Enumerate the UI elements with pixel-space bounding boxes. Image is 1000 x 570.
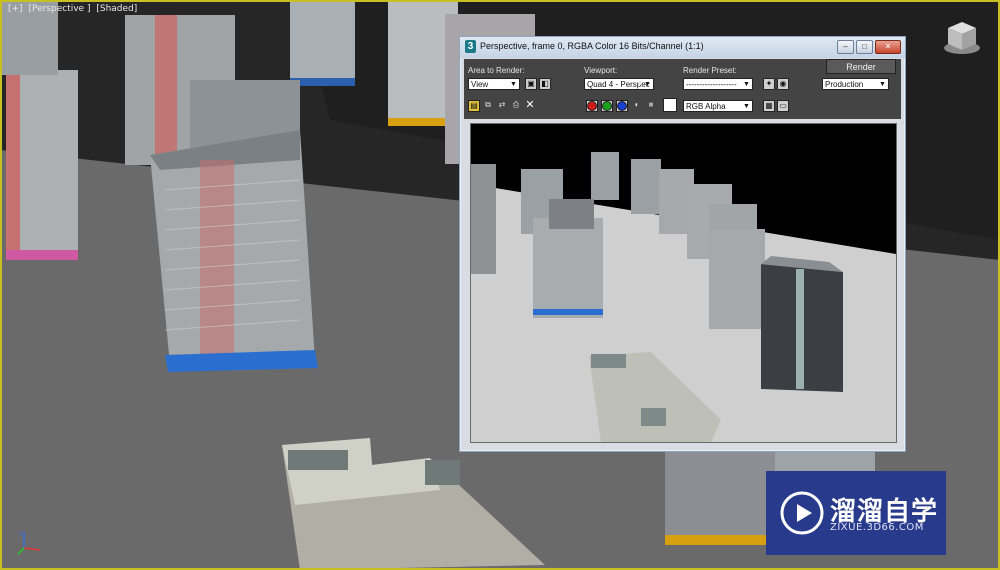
copy-image-icon[interactable]: ⧉ (482, 100, 494, 112)
window-titlebar[interactable]: 3 Perspective, frame 0, RGBA Color 16 Bi… (460, 37, 905, 58)
background-color-swatch[interactable] (663, 98, 677, 112)
print-icon[interactable]: ⎙ (510, 100, 522, 112)
blue-channel-icon (617, 101, 627, 111)
production-select-value: Production (825, 80, 864, 89)
window-title: Perspective, frame 0, RGBA Color 16 Bits… (480, 41, 704, 51)
channel-display-value: RGB Alpha (686, 102, 726, 111)
rendered-scene (471, 124, 896, 442)
display-alpha-icon[interactable]: ◐ (631, 100, 643, 112)
auto-region-icon[interactable]: ◧ (539, 78, 551, 90)
viewport-shading-mode[interactable]: [Shaded] (96, 4, 137, 14)
render-toolbar: Area to Render: Viewport: Render Preset:… (464, 59, 901, 119)
edit-region-icon[interactable]: ▣ (525, 78, 537, 90)
viewport-label[interactable]: [+] [Perspective ] [Shaded] (8, 4, 140, 14)
axis-gizmo-icon: z (16, 526, 46, 556)
rendered-frame-window[interactable]: 3 Perspective, frame 0, RGBA Color 16 Bi… (459, 36, 906, 452)
chevron-down-icon: ▼ (510, 81, 517, 88)
render-setup-icon[interactable]: ✦ (763, 78, 775, 90)
render-preset-value: ------------------- (686, 80, 737, 89)
red-channel-toggle[interactable] (586, 100, 598, 112)
area-to-render-select[interactable]: View ▼ (468, 78, 520, 90)
chevron-down-icon: ▼ (879, 81, 886, 88)
production-select[interactable]: Production ▼ (822, 78, 889, 90)
save-image-icon[interactable]: ▤ (468, 100, 480, 112)
app-icon: 3 (465, 40, 476, 53)
channel-display-select[interactable]: RGB Alpha ▼ (683, 100, 753, 112)
green-channel-icon (602, 101, 612, 111)
viewcube-icon[interactable] (942, 18, 982, 58)
toggle-ui-overlay-icon[interactable]: ▦ (763, 100, 775, 112)
rendered-image (470, 123, 897, 443)
monochrome-icon[interactable]: ■ (645, 100, 657, 112)
watermark-url: ZIXUE.3D66.COM (830, 522, 924, 533)
area-to-render-value: View (471, 80, 489, 89)
render-button[interactable]: Render (826, 59, 896, 74)
viewport-label-text: Viewport: (584, 66, 618, 75)
clone-window-icon[interactable]: ⇄ (496, 100, 508, 112)
blue-channel-toggle[interactable] (616, 100, 628, 112)
chevron-down-icon: ▼ (743, 81, 750, 88)
watermark-badge: 溜溜自学 ZIXUE.3D66.COM (766, 471, 946, 555)
green-channel-toggle[interactable] (601, 100, 613, 112)
render-preset-select[interactable]: ------------------- ▼ (683, 78, 753, 90)
environment-icon[interactable]: ◉ (777, 78, 789, 90)
render-preset-label: Render Preset: (683, 66, 737, 75)
minimize-button[interactable]: – (837, 40, 854, 54)
red-channel-icon (587, 101, 597, 111)
svg-text:z: z (19, 530, 22, 537)
maximize-button[interactable]: □ (856, 40, 873, 54)
viewport-point-of-view[interactable]: [Perspective ] (28, 4, 90, 14)
lock-icon[interactable]: 🔒︎ (634, 78, 646, 90)
viewport-menu-plus[interactable]: [+] (8, 4, 23, 14)
building-left-3 (150, 130, 318, 372)
area-to-render-label: Area to Render: (468, 66, 525, 75)
watermark-logo-icon (780, 491, 824, 535)
clear-icon[interactable]: ✕ (524, 100, 536, 112)
close-button[interactable]: ✕ (875, 40, 901, 54)
toggle-ui-icon[interactable]: ▭ (777, 100, 789, 112)
chevron-down-icon: ▼ (743, 103, 750, 110)
